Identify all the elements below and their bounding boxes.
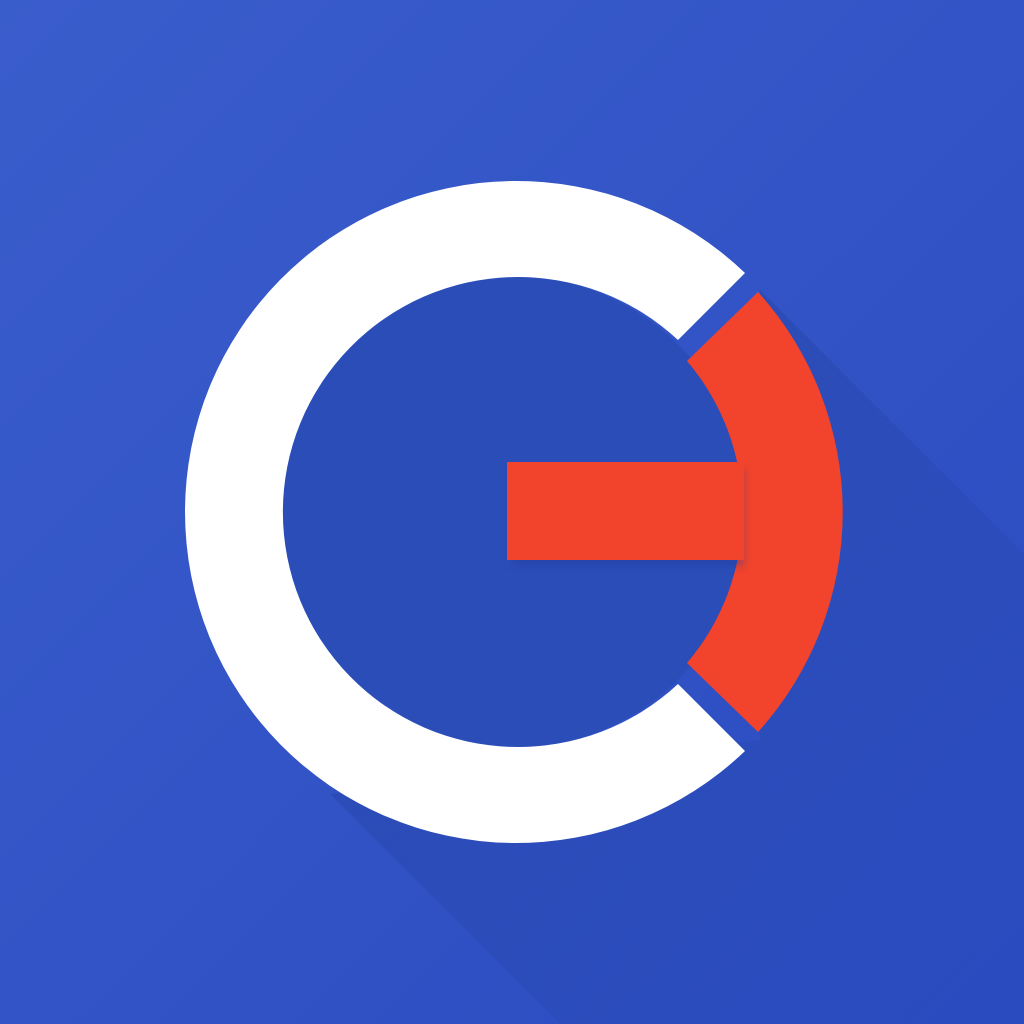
- red-bar: [507, 462, 744, 560]
- app-icon-canvas: [0, 0, 1024, 1024]
- app-logo-icon: [0, 0, 1024, 1024]
